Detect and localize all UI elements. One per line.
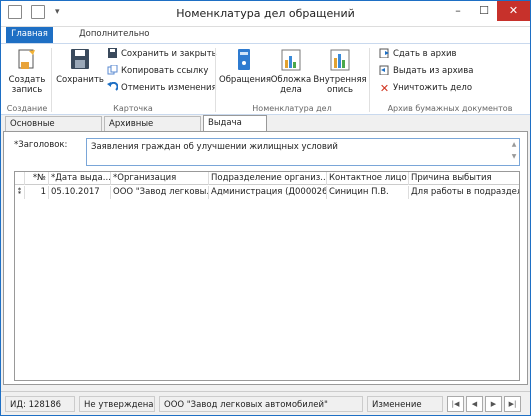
column-header[interactable]: Причина выбытия [409, 172, 519, 185]
tab-issue-case[interactable]: Выдача дела [203, 115, 267, 142]
issue-table: *№ *Дата выда... *Организация Подразделе… [14, 171, 520, 381]
case-cover-label: Обложка дела [270, 75, 312, 95]
row-indicator-header [15, 172, 25, 185]
group-card-label: Карточка [113, 104, 153, 113]
group-nomenclature: Обращения Обложка дела Внутренняя опись … [217, 44, 367, 116]
ribbon: Создать запись Создание Сохранить Сохран… [1, 43, 530, 115]
row-pointer-icon: ⁑ [15, 186, 25, 199]
previous-record-icon[interactable]: ◀ [466, 396, 483, 412]
ribbon-tabs: Главная Дополнительно [1, 27, 530, 43]
table-row[interactable]: ⁑ 1 05.10.2017 ООО "Завод легковы... Адм… [15, 186, 519, 199]
approval-status: Не утверждена [79, 396, 155, 412]
group-archive: Сдать в архив Выдать из архива ✕ Уничтожи… [371, 44, 529, 116]
floppy-disk-icon [67, 48, 93, 72]
save-button[interactable]: Сохранить [55, 48, 105, 85]
undo-label: Отменить изменения [121, 83, 217, 93]
title-bar: ▾ Номенклатура дел обращений – ☐ ✕ [1, 1, 530, 27]
create-record-label: Создать запись [8, 75, 46, 95]
heading-field[interactable]: Заявления граждан об улучшении жилищных … [86, 138, 520, 166]
table-header: *№ *Дата выда... *Организация Подразделе… [15, 172, 519, 185]
next-record-icon[interactable]: ▶ [485, 396, 502, 412]
edit-mode-status: Изменение [367, 396, 443, 412]
form-tabs: Основные реквизиты Архивные реквизиты Вы… [3, 115, 528, 143]
divider [51, 48, 52, 112]
tab-home[interactable]: Главная [6, 27, 53, 43]
column-header[interactable]: *Дата выда... [49, 172, 111, 185]
group-nomenclature-label: Номенклатура дел [252, 104, 332, 113]
memo-scrollbar[interactable]: ▲ ▼ [509, 139, 519, 165]
table-cell[interactable]: 05.10.2017 [49, 186, 111, 199]
hand-over-archive-button[interactable]: Сдать в архив [379, 48, 457, 61]
internal-inventory-label: Внутренняя опись [313, 75, 367, 95]
destroy-case-label: Уничтожить дело [393, 83, 473, 93]
last-record-icon[interactable]: ▶| [504, 396, 521, 412]
bar-chart-icon [278, 48, 304, 72]
column-header[interactable]: *№ [25, 172, 49, 185]
copy-link-label: Копировать ссылку [121, 66, 209, 76]
appeals-button[interactable]: Обращения [219, 48, 271, 85]
issue-from-archive-label: Выдать из архива [393, 66, 474, 76]
column-header[interactable]: Контактное лицо [327, 172, 409, 185]
group-create-label: Создание [6, 104, 48, 113]
save-close-label: Сохранить и закрыть [121, 49, 217, 59]
save-label: Сохранить [56, 75, 104, 85]
hand-over-archive-label: Сдать в архив [393, 49, 457, 59]
divider [369, 48, 370, 112]
undo-icon [107, 81, 119, 92]
table-cell[interactable]: Администрация (Д000026) [209, 186, 327, 199]
group-create: Создать запись Создание [5, 44, 49, 116]
first-record-icon[interactable]: |◀ [447, 396, 464, 412]
tab-archive-details[interactable]: Архивные реквизиты [104, 116, 201, 143]
internal-inventory-button[interactable]: Внутренняя опись [313, 48, 367, 95]
divider [215, 48, 216, 112]
save-close-button[interactable]: Сохранить и закрыть [107, 48, 217, 61]
undo-changes-button[interactable]: Отменить изменения [107, 81, 217, 95]
organization-status: ООО "Завод легковых автомобилей" [159, 396, 363, 412]
tab-main-details[interactable]: Основные реквизиты [5, 116, 102, 143]
close-button[interactable]: ✕ [497, 1, 530, 21]
destroy-case-button[interactable]: ✕ Уничтожить дело [379, 82, 472, 95]
binder-icon [231, 48, 257, 72]
report-chart-icon [327, 48, 353, 72]
group-card: Сохранить Сохранить и закрыть Копировать… [53, 44, 217, 116]
case-cover-button[interactable]: Обложка дела [269, 48, 313, 95]
archive-in-icon [379, 48, 390, 59]
table-cell[interactable]: Синицин П.В. [327, 186, 409, 199]
new-document-icon [14, 48, 40, 72]
issue-case-panel: *Заголовок: Заявления граждан об улучшен… [3, 131, 528, 385]
table-cell[interactable]: 1 [25, 186, 49, 199]
copy-link-button[interactable]: Копировать ссылку [107, 64, 209, 78]
create-record-button[interactable]: Создать запись [5, 48, 49, 95]
heading-value: Заявления граждан об улучшении жилищных … [91, 142, 338, 152]
tab-additional[interactable]: Дополнительно [71, 27, 158, 43]
column-header[interactable]: *Организация [111, 172, 209, 185]
heading-label: *Заголовок: [14, 140, 68, 150]
minimize-button[interactable]: – [445, 1, 471, 21]
archive-out-icon [379, 65, 390, 76]
maximize-button[interactable]: ☐ [471, 1, 497, 21]
delete-x-icon: ✕ [379, 82, 390, 95]
table-cell[interactable]: ООО "Завод легковы... [111, 186, 209, 199]
group-archive-label: Архив бумажных документов [387, 104, 513, 113]
table-cell[interactable]: Для работы в подраздел... [409, 186, 519, 199]
appeals-label: Обращения [219, 75, 271, 85]
save-close-icon [107, 48, 118, 58]
status-bar: ИД: 128186 Не утверждена ООО "Завод легк… [1, 391, 530, 415]
issue-from-archive-button[interactable]: Выдать из архива [379, 65, 473, 78]
column-header[interactable]: Подразделение организ... [209, 172, 327, 185]
copy-link-icon [107, 64, 118, 75]
main-window: ▾ Номенклатура дел обращений – ☐ ✕ Главн… [0, 0, 531, 416]
record-id: ИД: 128186 [5, 396, 75, 412]
